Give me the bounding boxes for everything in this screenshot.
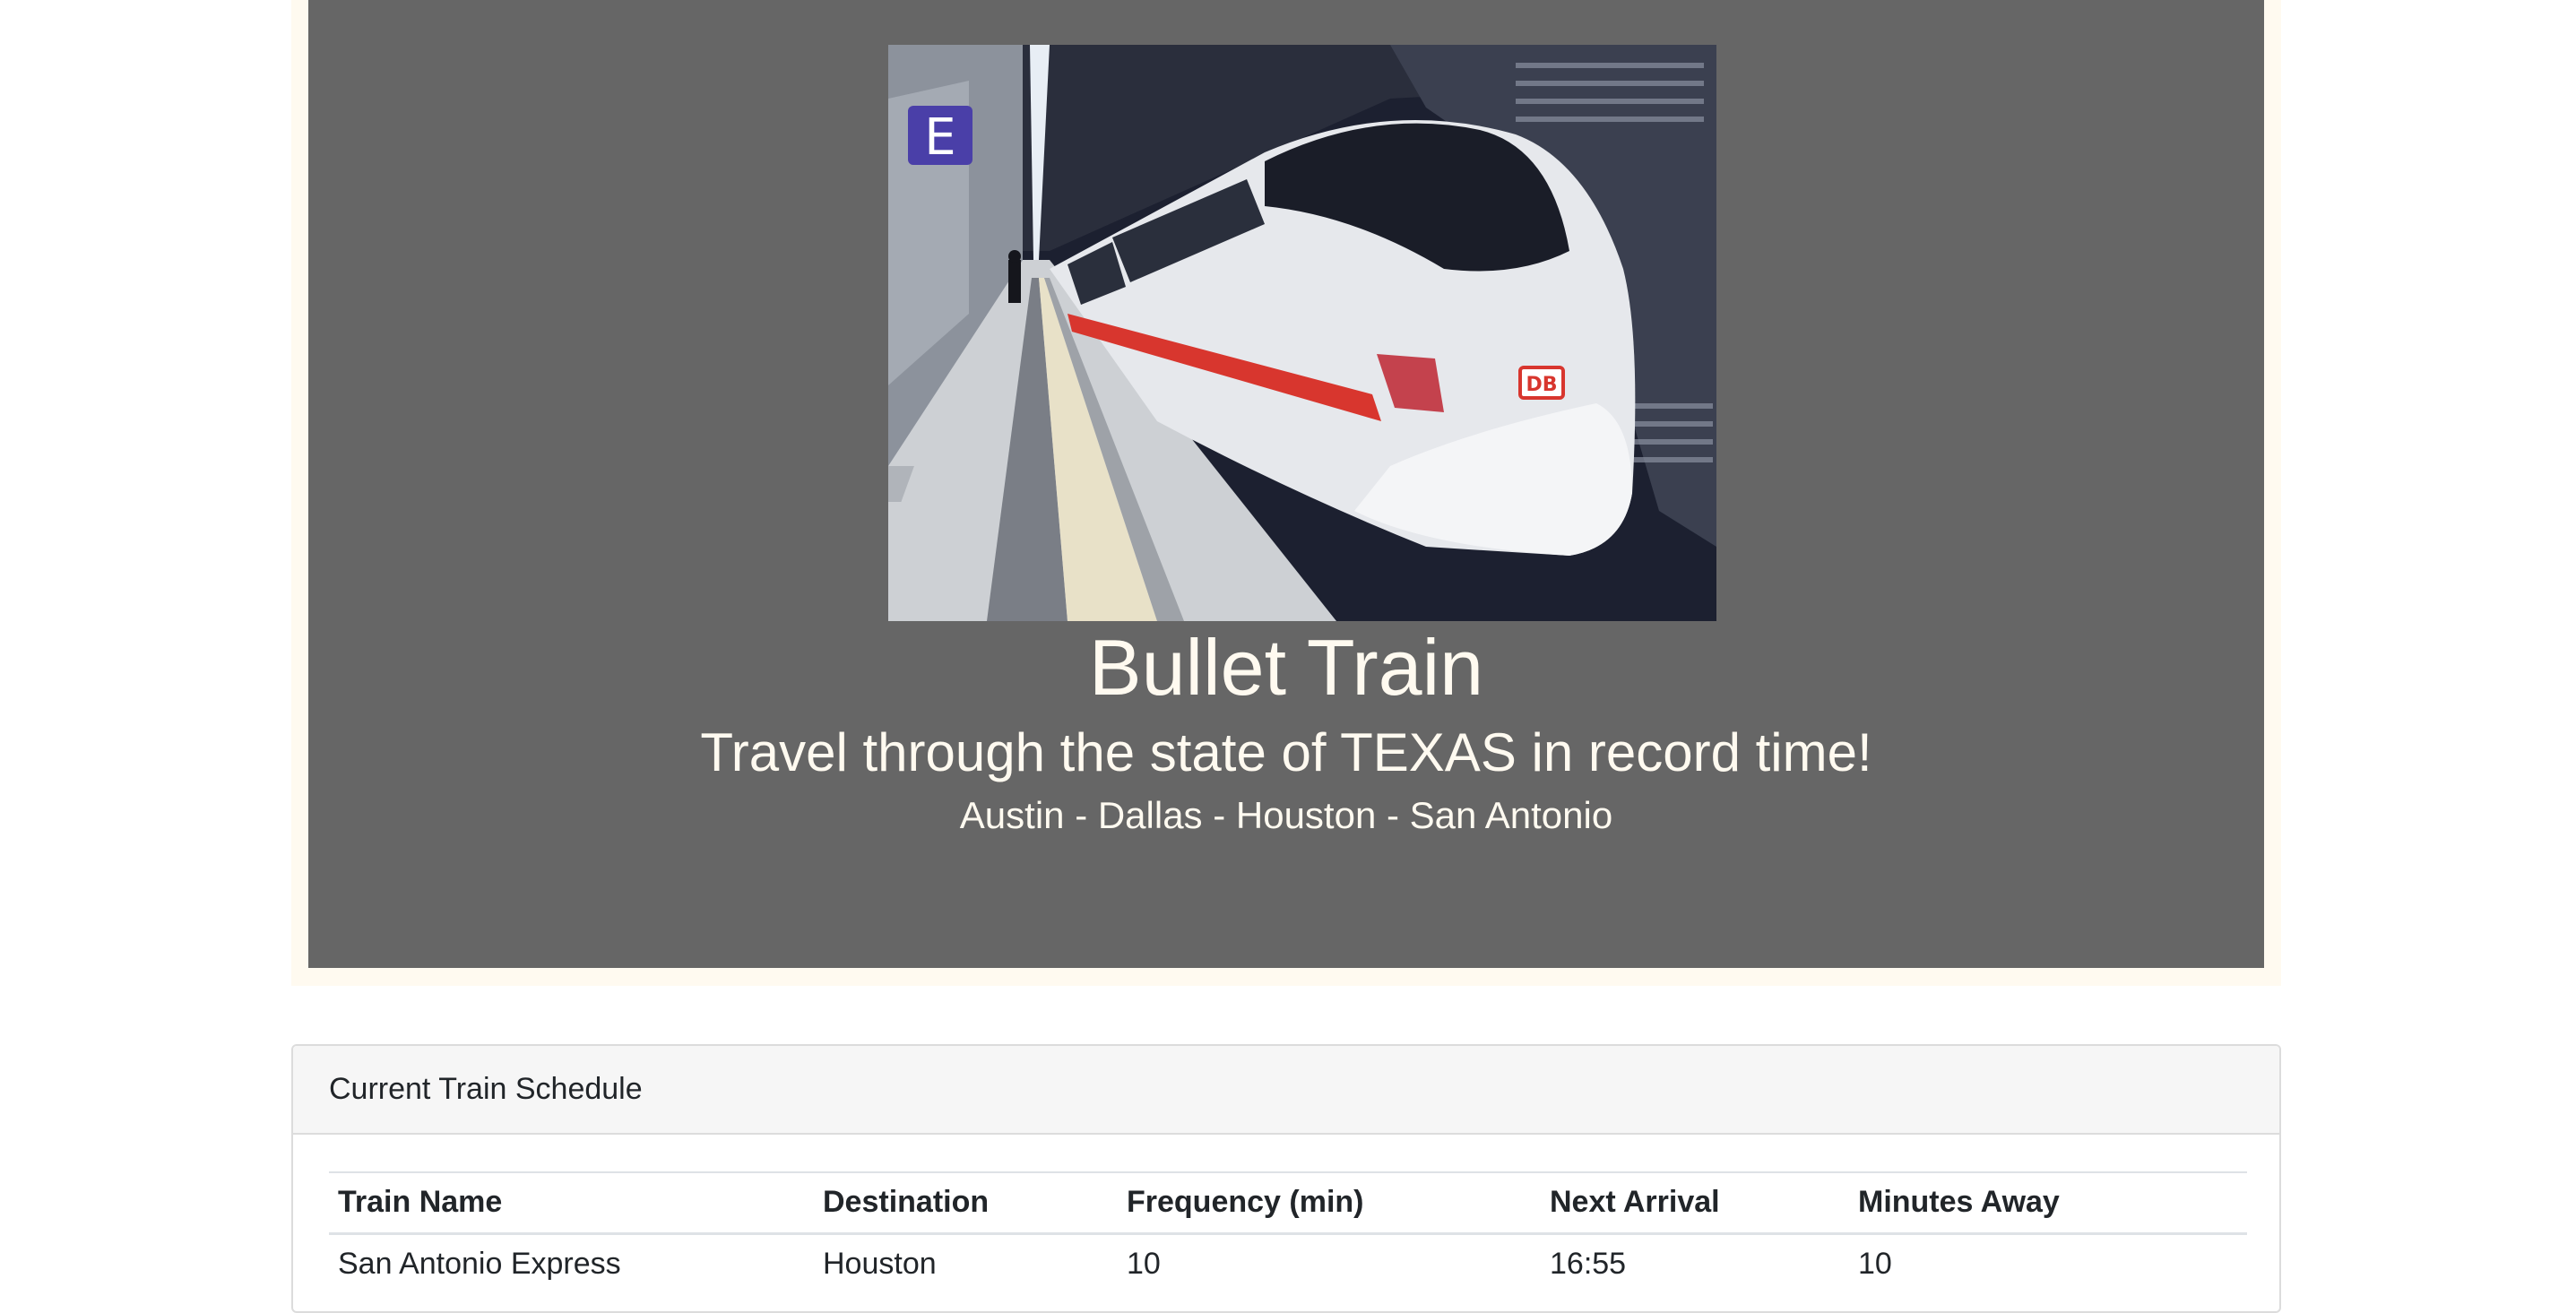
column-header-minutes-away: Minutes Away bbox=[1858, 1185, 2060, 1220]
schedule-table: Train Name Destination Frequency (min) N… bbox=[329, 1171, 2247, 1294]
cell-destination: Houston bbox=[823, 1247, 937, 1282]
jumbotron: E DB Bullet Train Travel through the sta… bbox=[308, 0, 2264, 968]
bullet-train-photo: E DB bbox=[888, 45, 1716, 621]
table-row: San Antonio Express Houston 10 16:55 10 bbox=[329, 1233, 2247, 1294]
cell-frequency: 10 bbox=[1127, 1247, 1161, 1282]
page-subtitle: Travel through the state of TEXAS in rec… bbox=[700, 722, 1872, 782]
column-header-destination: Destination bbox=[823, 1185, 990, 1220]
route-cities: Austin - Dallas - Houston - San Antonio bbox=[959, 794, 1613, 836]
table-header-row: Train Name Destination Frequency (min) N… bbox=[329, 1172, 2247, 1233]
schedule-card-header: Current Train Schedule bbox=[293, 1046, 2279, 1135]
db-logo-text: DB bbox=[1526, 374, 1557, 396]
schedule-card: Current Train Schedule Train Name Destin… bbox=[291, 1044, 2281, 1313]
page-title: Bullet Train bbox=[1088, 623, 1484, 712]
column-header-frequency: Frequency (min) bbox=[1127, 1185, 1364, 1220]
cell-train-name: San Antonio Express bbox=[338, 1247, 621, 1282]
cell-next-arrival: 16:55 bbox=[1550, 1247, 1627, 1282]
jumbotron-wrapper: E DB Bullet Train Travel through the sta… bbox=[291, 0, 2281, 986]
platform-sign-letter: E bbox=[924, 108, 955, 167]
cell-minutes-away: 10 bbox=[1858, 1247, 1892, 1282]
column-header-next-arrival: Next Arrival bbox=[1550, 1185, 1720, 1220]
column-header-train-name: Train Name bbox=[338, 1185, 503, 1220]
